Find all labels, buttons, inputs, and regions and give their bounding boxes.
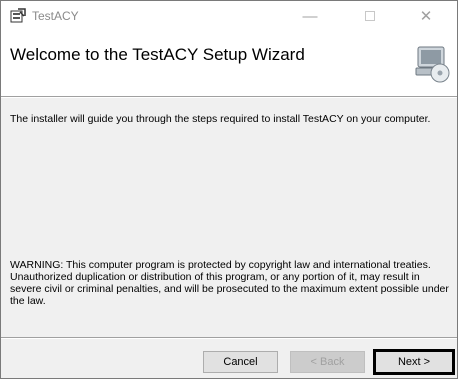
header-divider (1, 96, 457, 98)
computer-disc-icon (414, 45, 450, 83)
footer-divider (1, 337, 457, 339)
minimize-button[interactable]: — (289, 1, 331, 31)
back-button[interactable]: < Back (290, 351, 365, 373)
wizard-header: Welcome to the TestACY Setup Wizard (1, 31, 457, 96)
maximize-icon (365, 11, 375, 21)
title-bar[interactable]: TestACY — ✕ (1, 1, 457, 31)
maximize-button[interactable] (349, 1, 391, 31)
installer-icon (10, 8, 26, 24)
setup-wizard-window: TestACY — ✕ Welcome to the TestACY Setup… (0, 0, 458, 379)
page-title: Welcome to the TestACY Setup Wizard (10, 45, 305, 64)
intro-text: The installer will guide you through the… (10, 113, 431, 125)
cancel-button[interactable]: Cancel (203, 351, 278, 373)
window-title: TestACY (32, 9, 79, 23)
copyright-warning: WARNING: This computer program is protec… (10, 259, 449, 307)
close-button[interactable]: ✕ (405, 1, 447, 31)
next-button[interactable]: Next > (373, 349, 455, 375)
